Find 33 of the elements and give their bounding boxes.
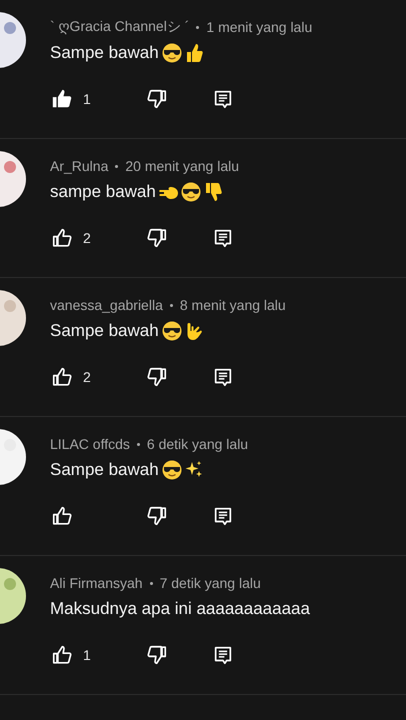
separator-dot	[136, 442, 140, 446]
like-count: 1	[83, 647, 92, 663]
like-count: 2	[83, 369, 92, 385]
separator-dot	[115, 164, 118, 168]
separator-dot	[170, 304, 173, 306]
dislike-button[interactable]	[145, 504, 169, 528]
author-name[interactable]: vanessa_gabriella	[50, 297, 163, 313]
sunglasses-face-icon	[162, 321, 182, 341]
dislike-button[interactable]	[145, 226, 169, 250]
comment-text: sampe bawah	[50, 182, 156, 202]
dislike-button[interactable]	[145, 87, 169, 111]
comment-time: 20 menit yang lalu	[125, 158, 240, 174]
comment-text: Sampe bawah	[50, 460, 159, 480]
comment-time: 8 menit yang lalu	[180, 297, 286, 313]
separator-dot	[196, 26, 200, 28]
author-name[interactable]: Ar_Rulna	[50, 158, 108, 174]
sunglasses-face-icon	[162, 43, 182, 63]
comment-time: 7 detik yang lalu	[160, 575, 261, 591]
like-count: 2	[83, 230, 92, 246]
like-count: 1	[83, 91, 92, 107]
comment-text: Sampe bawah	[50, 321, 159, 341]
comment-text: Maksudnya apa ini aaaaaaaaaaaa	[50, 599, 310, 619]
author-name[interactable]: LILAC offcds	[50, 436, 130, 452]
dislike-button[interactable]	[145, 643, 169, 667]
author-name[interactable]: Ali Firmansyah	[50, 575, 143, 591]
sunglasses-face-icon	[180, 182, 201, 202]
comment-time: 1 menit yang lalu	[206, 19, 312, 35]
comment-time: 6 detik yang lalu	[146, 436, 248, 452]
author-name[interactable]: ` ღGracia Channelシ ´	[50, 18, 190, 36]
comment-text: Sampe bawah	[50, 43, 159, 63]
separator-dot	[150, 582, 153, 584]
sunglasses-face-icon	[162, 460, 182, 480]
dislike-button[interactable]	[145, 365, 169, 389]
